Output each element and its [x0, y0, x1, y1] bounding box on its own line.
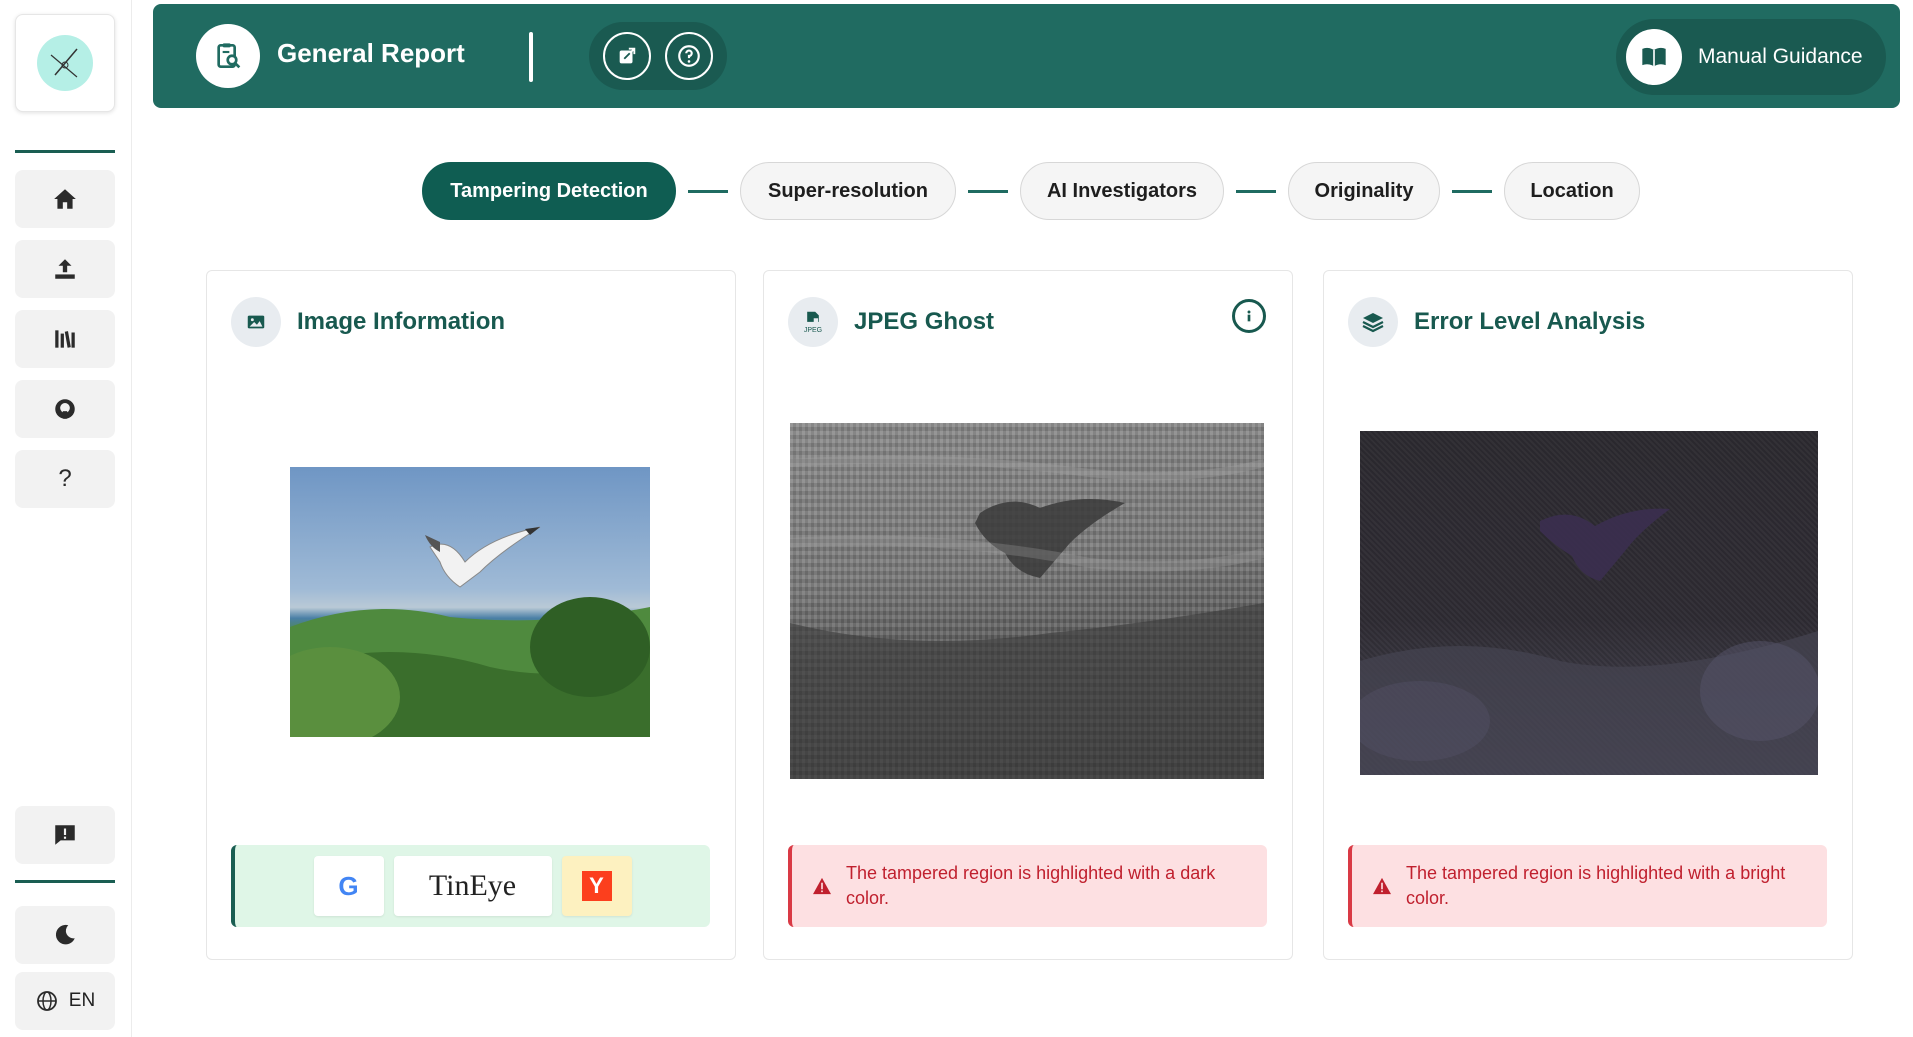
sidebar-item-github[interactable]: [15, 380, 115, 438]
step-navigation: Tampering Detection Super-resolution AI …: [422, 162, 1640, 220]
card-title: Error Level Analysis: [1414, 308, 1646, 335]
warning-icon: [813, 877, 831, 895]
alert-message: The tampered region is highlighted with …: [846, 863, 1216, 908]
warning-icon: [1373, 877, 1391, 895]
feedback-icon: [55, 825, 75, 845]
manual-guidance-label: Manual Guidance: [1698, 45, 1863, 68]
image-information-card: Image Information G TinEye Y: [206, 270, 736, 960]
globe-icon: [36, 991, 57, 1011]
share-button[interactable]: [603, 32, 651, 80]
google-search-button[interactable]: G: [313, 856, 384, 916]
step-tampering-detection[interactable]: Tampering Detection: [422, 162, 676, 220]
help-circle-icon: [678, 45, 700, 67]
jpeg-ghost-image: [790, 423, 1264, 779]
manual-guidance-button[interactable]: Manual Guidance: [1616, 19, 1886, 95]
header-actions: [589, 22, 727, 90]
step-connector: [1236, 189, 1276, 193]
info-icon: [1247, 310, 1251, 322]
sidebar-divider: [15, 880, 115, 883]
header-separator: [529, 32, 533, 82]
ela-image: [1360, 431, 1818, 775]
home-icon: [54, 189, 76, 209]
step-location[interactable]: Location: [1504, 162, 1640, 220]
yandex-search-button[interactable]: Y: [561, 856, 632, 916]
moon-icon: [55, 924, 75, 945]
step-connector: [1452, 189, 1492, 193]
share-icon: [619, 47, 636, 64]
layers-icon: [1348, 297, 1398, 347]
library-icon: [55, 330, 75, 348]
report-icon: [196, 24, 260, 88]
jpeg-icon-label: JPEG: [803, 326, 823, 334]
sidebar-item-upload[interactable]: [15, 240, 115, 298]
app-logo[interactable]: [15, 14, 115, 112]
upload-icon: [55, 259, 75, 279]
step-ai-investigators[interactable]: AI Investigators: [1020, 162, 1224, 220]
step-super-resolution[interactable]: Super-resolution: [740, 162, 956, 220]
jpeg-ghost-card: JPEG JPEG Ghost The tampered region is h…: [763, 270, 1293, 960]
sidebar-item-help[interactable]: ?: [15, 450, 115, 508]
tineye-icon: TinEye: [428, 869, 517, 902]
jpeg-ghost-alert: The tampered region is highlighted with …: [788, 845, 1267, 927]
tineye-search-button[interactable]: TinEye: [393, 856, 552, 916]
seagull-photo: [290, 526, 650, 737]
question-icon: ?: [58, 465, 72, 492]
jpeg-ghost-visualization: [790, 455, 1264, 779]
card-title: Image Information: [297, 308, 506, 335]
language-selector[interactable]: EN: [15, 972, 115, 1030]
sidebar: ? EN: [0, 0, 132, 1037]
google-icon: G: [338, 870, 359, 901]
theme-toggle[interactable]: [15, 906, 115, 964]
book-icon: [1626, 29, 1682, 85]
card-title: JPEG Ghost: [854, 308, 995, 335]
sidebar-item-home[interactable]: [15, 170, 115, 228]
header-bar: General Report Manual Guidance: [153, 4, 1900, 108]
step-originality[interactable]: Originality: [1288, 162, 1440, 220]
alert-message: The tampered region is highlighted with …: [1406, 863, 1786, 908]
sidebar-divider: [15, 150, 115, 153]
feedback-button[interactable]: [15, 806, 115, 864]
help-button[interactable]: [665, 32, 713, 80]
reverse-search-bar: G TinEye Y: [231, 845, 710, 927]
jpeg-file-icon: JPEG: [788, 297, 838, 347]
image-icon: [231, 297, 281, 347]
step-connector: [688, 189, 728, 193]
original-image: [290, 467, 650, 737]
sidebar-item-library[interactable]: [15, 310, 115, 368]
info-button[interactable]: [1232, 299, 1266, 333]
language-label: EN: [68, 990, 96, 1011]
ela-visualization: [1360, 508, 1818, 775]
ela-alert: The tampered region is highlighted with …: [1348, 845, 1827, 927]
error-level-analysis-card: Error Level Analysis The tampered region…: [1323, 270, 1853, 960]
github-icon: [55, 399, 75, 419]
yandex-icon: Y: [581, 871, 612, 901]
logo-icon: [37, 35, 93, 91]
page-title: General Report: [277, 38, 465, 68]
step-connector: [968, 189, 1008, 193]
